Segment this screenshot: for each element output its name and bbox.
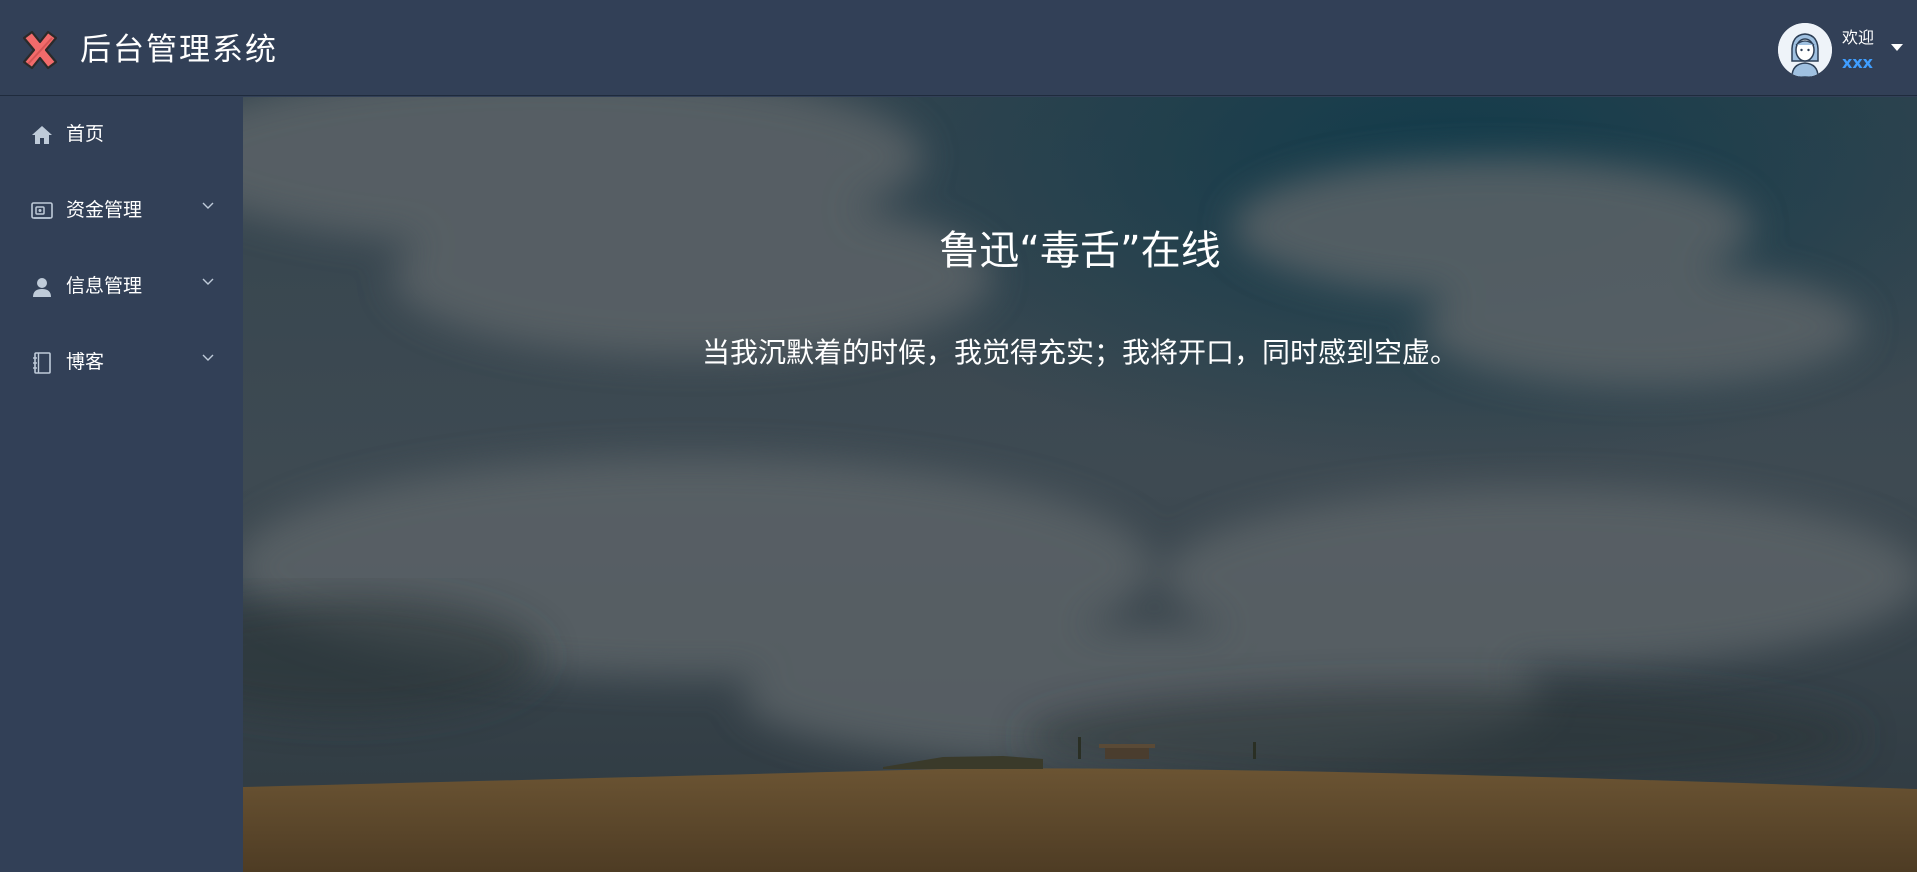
sidebar-item-label: 信息管理 (66, 275, 143, 297)
close-x-logo-icon[interactable] (18, 28, 62, 72)
app-title: 后台管理系统 (80, 32, 278, 68)
sidebar-item-blog[interactable]: 博客 (0, 324, 243, 400)
sidebar-item-label: 首页 (66, 123, 105, 145)
user-menu[interactable]: 欢迎 xxx (1757, 0, 1917, 96)
username-label[interactable]: xxx (1842, 54, 1873, 72)
chevron-down-icon (202, 278, 214, 285)
caret-down-icon[interactable] (1891, 44, 1903, 51)
chevron-down-icon (202, 354, 214, 361)
top-header: 后台管理系统 欢迎 xxx (0, 0, 1917, 96)
notebook-icon (33, 352, 51, 374)
sidebar-item-label: 博客 (66, 351, 105, 373)
quote-title: 鲁迅“毒舌”在线 (939, 228, 1221, 274)
quote-text: 当我沉默着的时候，我觉得充实；我将开口，同时感到空虚。 (701, 336, 1458, 369)
home-icon (32, 126, 52, 144)
sidebar-item-home[interactable]: 首页 (0, 96, 243, 172)
welcome-label: 欢迎 (1842, 28, 1875, 47)
sidebar-item-info[interactable]: 信息管理 (0, 248, 243, 324)
sidebar: 首页 资金管理 信息管理 博客 (0, 96, 243, 872)
sky-landscape-background (243, 97, 1917, 872)
wallet-icon (31, 202, 53, 219)
chevron-down-icon (202, 202, 214, 209)
user-icon (33, 278, 51, 297)
user-avatar-icon[interactable] (1778, 23, 1832, 77)
sidebar-item-label: 资金管理 (66, 199, 143, 221)
sidebar-item-funds[interactable]: 资金管理 (0, 172, 243, 248)
main-content: 鲁迅“毒舌”在线 当我沉默着的时候，我觉得充实；我将开口，同时感到空虚。 (243, 97, 1917, 872)
